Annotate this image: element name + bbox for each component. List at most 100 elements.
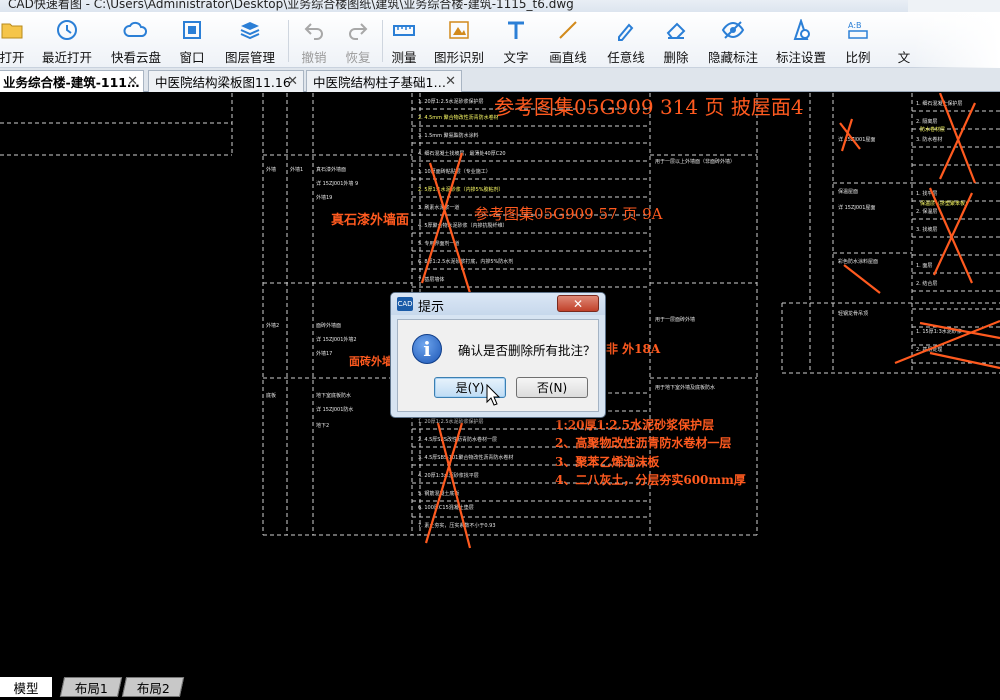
delete-button[interactable]: 删除 xyxy=(660,12,692,68)
svg-text:详 15ZJ001外墙 9: 详 15ZJ001外墙 9 xyxy=(316,180,358,187)
text-button[interactable]: 文字 xyxy=(500,12,532,68)
svg-text:地下2: 地下2 xyxy=(316,422,329,429)
tab-layout-1[interactable]: 布局1 xyxy=(59,677,123,697)
dialog-close-button[interactable]: ✕ xyxy=(557,295,599,312)
annotation-text[interactable]: 参考图集05G909 314 页 披屋面4 xyxy=(494,93,804,120)
annotation-text[interactable]: 参考图集05G909 57 页 9A xyxy=(474,203,662,224)
svg-text:2. 结合层: 2. 结合层 xyxy=(916,280,937,287)
svg-text:防水卷材层: 防水卷材层 xyxy=(920,126,945,133)
svg-text:底板: 底板 xyxy=(266,392,276,399)
window-button[interactable]: 窗口 xyxy=(174,12,210,68)
svg-text:详 15ZJ001屋面: 详 15ZJ001屋面 xyxy=(838,136,875,143)
cloud-drive-button[interactable]: 快看云盘 xyxy=(106,12,166,68)
svg-text:保温层（挤塑聚苯板）: 保温层（挤塑聚苯板） xyxy=(920,200,970,207)
svg-text:2. 保温层: 2. 保温层 xyxy=(916,208,937,215)
redo-icon xyxy=(345,18,371,42)
freehand-line-button[interactable]: 任意线 xyxy=(604,12,648,68)
svg-text:1. 面层: 1. 面层 xyxy=(916,263,932,269)
svg-text:A:B: A:B xyxy=(848,21,862,30)
svg-text:用于一层面砖外墙: 用于一层面砖外墙 xyxy=(655,316,695,323)
scale-icon: A:B xyxy=(845,18,871,42)
svg-text:3. 1.5mm 聚氨酯防水涂料: 3. 1.5mm 聚氨酯防水涂料 xyxy=(418,132,479,139)
svg-text:6. 100厚C15混凝土垫层: 6. 100厚C15混凝土垫层 xyxy=(418,504,474,511)
cad-logo-icon: CAD xyxy=(397,297,413,311)
window-controls[interactable] xyxy=(908,0,1000,12)
tab-column-foundation[interactable]: 中医院结构柱子基础1… ✕ xyxy=(306,70,462,92)
svg-text:3. 找坡层: 3. 找坡层 xyxy=(916,226,937,233)
hide-eye-icon xyxy=(720,18,746,42)
svg-text:地下室底板防水: 地下室底板防水 xyxy=(316,392,351,399)
annotation-text[interactable]: 2、高聚物改性沥青防水卷材一层 xyxy=(555,434,731,451)
freehand-icon xyxy=(613,18,639,42)
layers-icon xyxy=(237,18,263,42)
toolbar-fade xyxy=(912,12,1000,68)
svg-text:3. 防水卷材: 3. 防水卷材 xyxy=(916,136,942,143)
draw-line-button[interactable]: 画直线 xyxy=(546,12,590,68)
annotation-text[interactable]: 面砖外墙 xyxy=(349,353,393,369)
recent-open-icon xyxy=(54,18,80,42)
close-tab-icon[interactable]: ✕ xyxy=(287,74,298,89)
mouse-cursor-icon xyxy=(486,384,501,406)
svg-text:外墙2: 外墙2 xyxy=(266,322,279,329)
measure-button[interactable]: 测量 xyxy=(386,12,422,68)
svg-text:1. 细石混凝土保护层: 1. 细石混凝土保护层 xyxy=(916,100,962,107)
annotation-text[interactable]: 非 外18A xyxy=(606,340,660,357)
redo-button[interactable]: 恢复 xyxy=(340,12,376,68)
eraser-icon xyxy=(663,18,689,42)
svg-text:真石漆外墙面: 真石漆外墙面 xyxy=(316,166,346,173)
window-title: CAD快速看图 - C:\Users\Administrator\Desktop… xyxy=(8,0,574,11)
info-icon: i xyxy=(412,334,442,364)
svg-text:彩色防水涂料屋面: 彩色防水涂料屋面 xyxy=(838,258,878,265)
close-tab-icon[interactable]: ✕ xyxy=(445,74,456,89)
annotation-text[interactable]: 1:20厚1:2.5水泥砂浆保护层 xyxy=(555,416,714,433)
svg-text:1. 20厚1:2.5水泥砂浆保护层: 1. 20厚1:2.5水泥砂浆保护层 xyxy=(418,98,484,105)
open-button[interactable]: 打开 xyxy=(0,12,32,68)
toolbar-divider xyxy=(382,20,383,62)
svg-text:用于地下室外墙及底板防水: 用于地下室外墙及底板防水 xyxy=(655,384,715,391)
svg-text:3. 刷素水泥浆一道: 3. 刷素水泥浆一道 xyxy=(418,204,459,211)
line-icon xyxy=(555,18,581,42)
close-tab-icon[interactable]: ✕ xyxy=(127,74,138,89)
svg-text:面砖外墙面: 面砖外墙面 xyxy=(316,322,341,329)
svg-text:保温屋面: 保温屋面 xyxy=(838,188,858,195)
undo-button[interactable]: 撤销 xyxy=(296,12,332,68)
scale-button[interactable]: A:B 比例 xyxy=(840,12,876,68)
svg-text:2. 4.5mm 聚合物改性沥青防水卷材: 2. 4.5mm 聚合物改性沥青防水卷材 xyxy=(418,114,499,121)
svg-text:1. 10厚面砖粘贴层（专业施工）: 1. 10厚面砖粘贴层（专业施工） xyxy=(418,168,491,175)
tab-beam-slab[interactable]: 中医院结构梁板图11.16 ✕ xyxy=(148,70,304,92)
tab-business-building[interactable]: 业务综合楼-建筑-111… ✕ xyxy=(0,70,144,92)
annotation-text[interactable]: 真石漆外墙面 xyxy=(331,209,409,228)
tab-model[interactable]: 模型 xyxy=(0,677,52,697)
cloud-icon xyxy=(123,18,149,42)
tab-layout-2[interactable]: 布局2 xyxy=(121,677,185,697)
window-icon xyxy=(179,18,205,42)
document-tab-bar: 业务综合楼-建筑-111… ✕ 中医院结构梁板图11.16 ✕ 中医院结构柱子基… xyxy=(0,68,1000,92)
svg-text:2. 隔离层: 2. 隔离层 xyxy=(916,118,937,125)
dialog-title-bar[interactable]: CAD 提示 ✕ xyxy=(391,293,605,315)
undo-icon xyxy=(301,18,327,42)
recent-open-button[interactable]: 最近打开 xyxy=(38,12,96,68)
svg-text:1. 20厚1:2.5水泥砂浆保护层: 1. 20厚1:2.5水泥砂浆保护层 xyxy=(418,418,484,425)
svg-text:外墙19: 外墙19 xyxy=(316,194,332,201)
main-toolbar: 打开 最近打开 快看云盘 窗口 图层管理 撤销 恢复 测量 图形识别 文字 画直… xyxy=(0,12,1000,68)
svg-text:详 15ZJ001外墙2: 详 15ZJ001外墙2 xyxy=(316,336,357,343)
shape-recognize-button[interactable]: 图形识别 xyxy=(432,12,486,68)
toolbar-divider xyxy=(288,20,289,62)
dialog-message: 确认是否删除所有批注？ xyxy=(458,343,596,358)
svg-text:轻钢龙骨吊顶: 轻钢龙骨吊顶 xyxy=(838,310,868,317)
ruler-icon xyxy=(391,18,417,42)
layer-manager-button[interactable]: 图层管理 xyxy=(222,12,278,68)
annotation-settings-icon xyxy=(788,18,814,42)
shape-recognize-icon xyxy=(446,18,472,42)
hide-annotation-button[interactable]: 隐藏标注 xyxy=(706,12,760,68)
no-button[interactable]: 否(N) xyxy=(516,377,588,398)
layout-tab-bar: 模型 布局1 布局2 xyxy=(0,675,1000,700)
open-folder-icon xyxy=(0,18,25,42)
svg-text:外墙1: 外墙1 xyxy=(290,166,303,173)
text-icon xyxy=(503,18,529,42)
annotation-text[interactable]: 3、聚苯乙烯泡沫板 xyxy=(555,453,659,470)
annotation-settings-button[interactable]: 标注设置 xyxy=(774,12,828,68)
svg-text:4. 20厚1:3水泥砂浆找平层: 4. 20厚1:3水泥砂浆找平层 xyxy=(418,472,479,479)
title-bar: CAD快速看图 - C:\Users\Administrator\Desktop… xyxy=(0,0,1000,12)
annotation-text[interactable]: 4、二八灰土，分层夯实600mm厚 xyxy=(555,471,746,488)
